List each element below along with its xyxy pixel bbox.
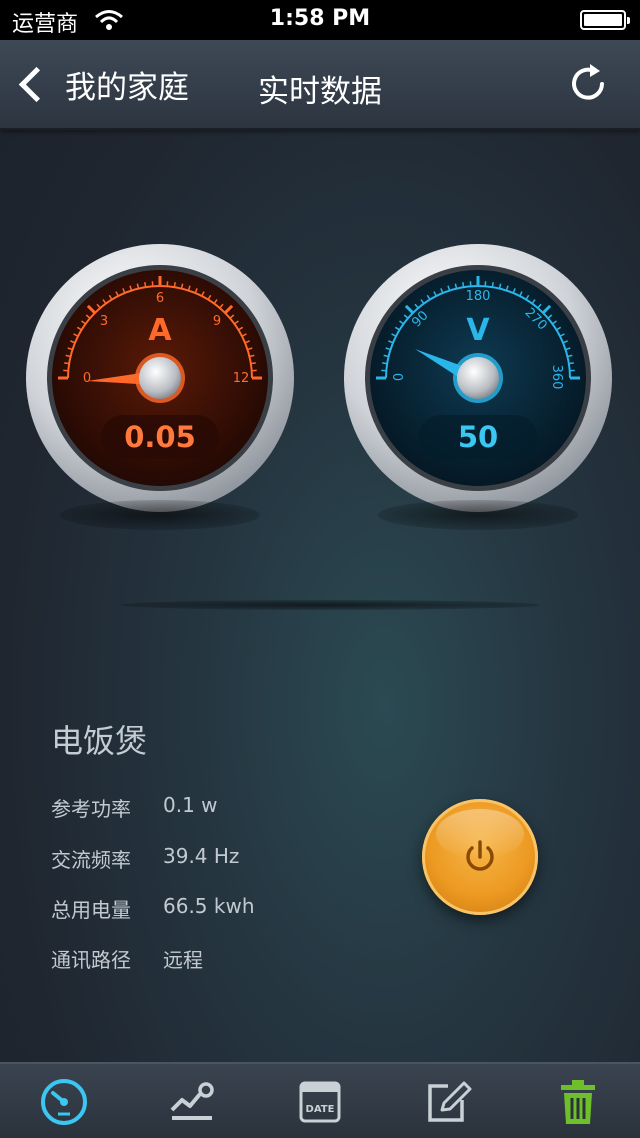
info-label: 参考功率	[51, 793, 163, 823]
info-value: 0.1 w	[163, 793, 218, 823]
calendar-label: DATE	[306, 1104, 335, 1115]
gauge-shadow	[60, 500, 260, 530]
gauge-tick	[145, 282, 146, 287]
info-row-frequency: 交流频率 39.4 Hz	[51, 844, 239, 874]
trash-icon	[550, 1074, 606, 1130]
tick-label: 360	[549, 365, 564, 390]
tick-label: 0	[83, 371, 91, 386]
info-row-power: 参考功率 0.1 w	[51, 793, 218, 823]
edit-icon	[420, 1074, 476, 1130]
info-label: 总用电量	[51, 894, 163, 924]
power-icon	[460, 837, 500, 877]
page-title: 实时数据	[200, 66, 440, 111]
info-label: 通讯路径	[51, 944, 163, 974]
gauge-tick	[64, 363, 69, 364]
divider	[120, 600, 540, 610]
gauge-shadow	[378, 500, 578, 530]
device-name: 电饭煲	[51, 716, 147, 762]
trend-chart-icon	[164, 1074, 220, 1130]
status-bar: 运营商 1:58 PM	[0, 0, 640, 40]
voltage-gauge: 0 90 180 270 360 V 50	[343, 243, 613, 513]
info-value: 39.4 Hz	[163, 844, 239, 874]
gauge-tick	[569, 363, 574, 364]
voltage-gauge-dial: 0 90 180 270 360 V	[343, 243, 613, 513]
tick-label: 12	[233, 371, 250, 386]
chevron-left-icon	[19, 66, 54, 101]
refresh-icon[interactable]	[564, 60, 612, 108]
tick-label: 9	[213, 314, 221, 329]
tab-date[interactable]: DATE	[292, 1074, 348, 1130]
tab-edit[interactable]	[420, 1074, 476, 1130]
info-row-comm-path: 通讯路径 远程	[51, 944, 203, 974]
tick-label: 180	[466, 289, 491, 304]
status-time: 1:58 PM	[0, 6, 640, 31]
current-gauge: 0 3 6 9 12 A 0.05	[25, 243, 295, 513]
tab-bar: DATE	[0, 1062, 640, 1138]
power-button[interactable]	[422, 799, 538, 915]
back-button[interactable]: 我的家庭	[14, 58, 189, 110]
gauge-tick	[251, 363, 256, 364]
gauge-icon	[36, 1074, 92, 1130]
unit-letter: A	[148, 313, 172, 348]
unit-letter: V	[466, 313, 490, 348]
tick-label: 3	[100, 314, 108, 329]
battery-icon	[580, 10, 626, 30]
navigation-bar: 我的家庭 实时数据	[0, 40, 640, 130]
back-label: 我的家庭	[65, 62, 189, 107]
info-row-energy: 总用电量 66.5 kwh	[51, 894, 255, 924]
gauge-tick	[463, 282, 464, 287]
info-value: 远程	[163, 944, 203, 974]
voltage-readout: 50	[419, 415, 537, 459]
info-value: 66.5 kwh	[163, 894, 255, 924]
tab-delete[interactable]	[550, 1074, 606, 1130]
tick-label: 6	[156, 291, 164, 306]
tick-label: 0	[392, 373, 407, 381]
info-label: 交流频率	[51, 844, 163, 874]
gauge-tick	[492, 282, 493, 287]
current-readout: 0.05	[101, 415, 219, 459]
gauge-tick	[382, 363, 387, 364]
gauge-tick	[174, 282, 175, 287]
calendar-icon: DATE	[292, 1074, 348, 1130]
tab-trend[interactable]	[164, 1074, 220, 1130]
current-gauge-dial: 0 3 6 9 12 A	[25, 243, 295, 513]
tab-realtime[interactable]	[36, 1074, 92, 1130]
